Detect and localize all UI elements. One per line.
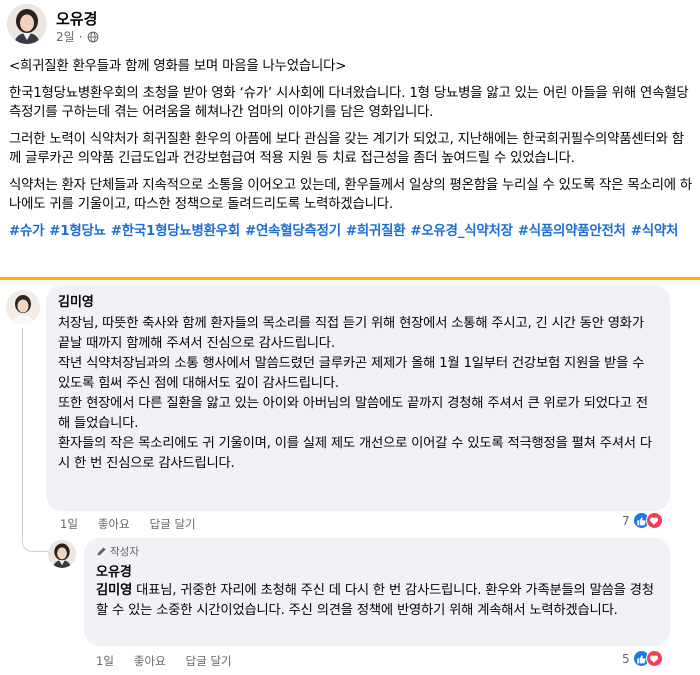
reply-actions: 1일 좋아요 답글 달기 (96, 653, 232, 669)
comment-author[interactable]: 김미영 (58, 291, 658, 310)
post-author-name[interactable]: 오유경 (56, 8, 97, 29)
hashtag-link[interactable]: #1형당뇨 (49, 224, 106, 239)
pen-icon (97, 547, 106, 556)
comment-line: 환자들의 작은 목소리에도 귀 기울이며, 이를 실제 제도 개선으로 이어갈 … (58, 436, 652, 471)
hashtag-link[interactable]: #희귀질환 (346, 224, 406, 239)
mention-link[interactable]: 김미영 (96, 583, 132, 598)
post-paragraph: 한국1형당뇨병환우회의 초청을 받아 영화 ‘슈가’ 시사회에 다녀왔습니다. … (9, 86, 689, 120)
post-paragraph: 그러한 노력이 식약처가 희귀질환 환우의 아픔에 보다 관심을 갖는 계기가 … (9, 132, 684, 166)
author-badge: 작성자 (96, 544, 658, 559)
reply-author-avatar[interactable] (48, 540, 76, 568)
post-meta: 2일 · (56, 28, 99, 45)
hashtag-link[interactable]: #오유경_식약처장 (410, 224, 513, 239)
author-avatar[interactable] (7, 4, 47, 44)
reply-body: 대표님, 귀중한 자리에 초청해 주신 데 다시 한 번 감사드립니다. 환우와… (96, 583, 654, 618)
love-reaction-icon (645, 650, 663, 667)
hashtag-link[interactable]: #슈가 (9, 224, 44, 239)
comment-bubble: 김미영 처장님, 따뜻한 축사와 함께 환자들의 목소리를 직접 듣기 위해 현… (46, 285, 670, 511)
reaction-count: 7 (622, 513, 630, 528)
comment-actions: 1일 좋아요 답글 달기 (60, 516, 196, 532)
reply-button[interactable]: 답글 달기 (186, 653, 232, 669)
comment-time[interactable]: 1일 (60, 516, 78, 532)
hashtag-link[interactable]: #식품의약품안전처 (518, 224, 626, 239)
hashtags: #슈가 #1형당뇨 #한국1형당뇨병환우회 #연속혈당측정기 #희귀질환 #오유경_식약처… (9, 222, 693, 241)
reaction-count: 5 (622, 651, 630, 666)
globe-icon (87, 31, 98, 42)
thread-connector (22, 328, 48, 552)
comment-line: 또한 현장에서 다른 질환을 앓고 있는 아이와 아버님의 말씀에도 끝까지 경… (58, 396, 648, 431)
post-body: <희귀질환 환우들과 함께 영화를 보며 마음을 나누었습니다> 한국1형당뇨병… (9, 57, 693, 241)
reply-time[interactable]: 1일 (96, 653, 114, 669)
hashtag-link[interactable]: #한국1형당뇨병환우회 (111, 224, 240, 239)
reaction-summary[interactable]: 7 (622, 512, 663, 529)
comment-line: 처장님, 따뜻한 축사와 함께 환자들의 목소리를 직접 듣기 위해 현장에서 … (58, 316, 644, 351)
author-badge-label: 작성자 (110, 546, 139, 558)
reaction-summary[interactable]: 5 (622, 650, 663, 667)
reply-bubble: 작성자 오유경 김미영 대표님, 귀중한 자리에 초청해 주신 데 다시 한 번… (84, 538, 670, 646)
hashtag-link[interactable]: #식약처 (631, 224, 679, 239)
post-time[interactable]: 2일 (56, 28, 75, 45)
post: 오유경 2일 · <희귀질환 환우들과 함께 영화를 보며 마음을 나누었습니다… (0, 0, 700, 280)
like-button[interactable]: 좋아요 (98, 516, 130, 532)
post-paragraph: 식약처는 환자 단체들과 지속적으로 소통을 이어오고 있는데, 환우들께서 일… (9, 178, 692, 212)
commenter-avatar[interactable] (6, 290, 40, 324)
comment-line: 작년 식약처장님과의 소통 행사에서 말씀드렸던 글루카곤 제제가 올해 1월 … (58, 356, 645, 391)
reply-author[interactable]: 오유경 (96, 561, 658, 580)
like-button[interactable]: 좋아요 (134, 653, 166, 669)
hashtag-link[interactable]: #연속혈당측정기 (245, 224, 341, 239)
post-paragraph: <희귀질환 환우들과 함께 영화를 보며 마음을 나누었습니다> (9, 59, 347, 74)
reply-button[interactable]: 답글 달기 (150, 516, 196, 532)
comment-text: 처장님, 따뜻한 축사와 함께 환자들의 목소리를 직접 듣기 위해 현장에서 … (58, 314, 658, 474)
reply-text: 김미영 대표님, 귀중한 자리에 초청해 주신 데 다시 한 번 감사드립니다.… (96, 581, 658, 621)
section-divider (0, 277, 700, 280)
love-reaction-icon (645, 512, 663, 529)
